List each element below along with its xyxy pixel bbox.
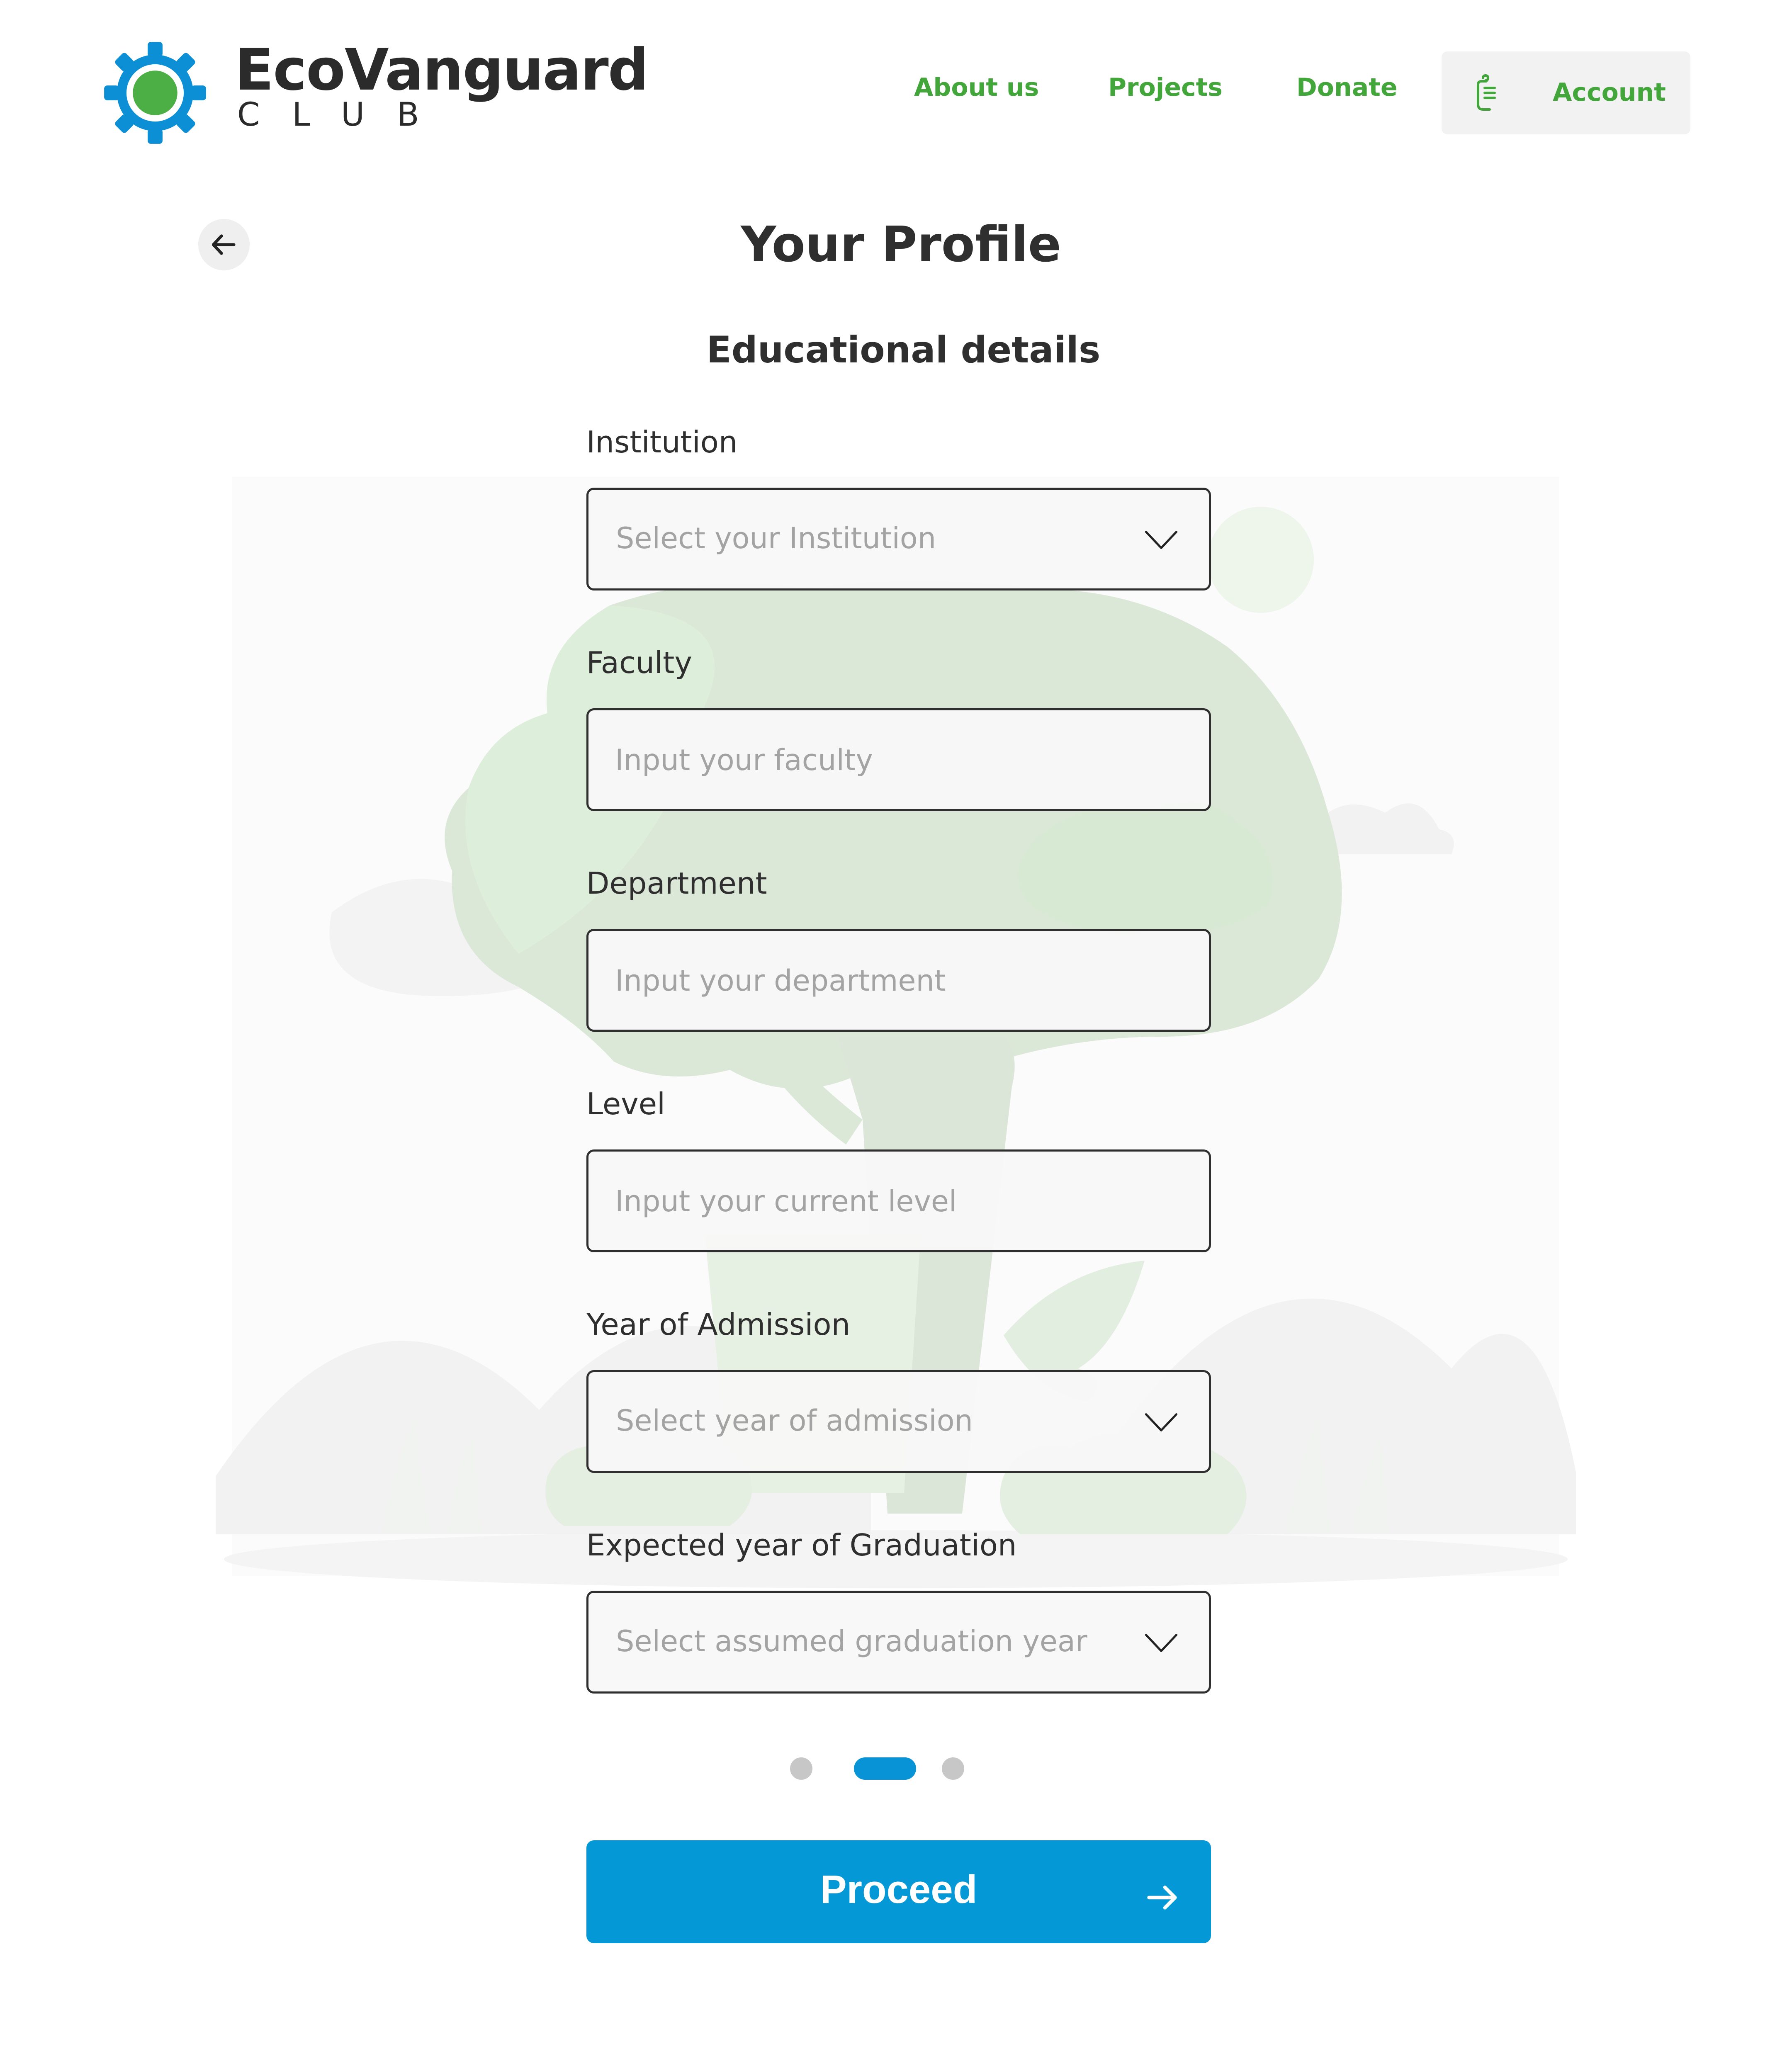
brand-subtitle: CLUB	[237, 96, 452, 134]
level-label: Level	[586, 1086, 666, 1121]
institution-placeholder: Select your Institution	[616, 521, 936, 555]
nav-projects[interactable]: Projects	[1108, 73, 1223, 102]
level-field	[586, 1149, 1211, 1252]
account-button[interactable]: Account	[1442, 51, 1690, 134]
step-dot-1[interactable]	[790, 1757, 812, 1780]
chevron-down-icon	[1145, 531, 1178, 549]
account-label: Account	[1553, 78, 1666, 107]
faculty-label: Faculty	[586, 645, 692, 680]
graduation-year-select[interactable]: Select assumed graduation year	[586, 1591, 1211, 1694]
arrow-right-icon	[1147, 1886, 1177, 1910]
level-input[interactable]	[614, 1152, 1155, 1251]
chevron-down-icon	[1145, 1413, 1178, 1431]
logo-gear-icon	[104, 42, 206, 144]
department-field	[586, 929, 1211, 1032]
department-label: Department	[586, 866, 767, 901]
section-title: Educational details	[706, 328, 1101, 371]
admission-year-placeholder: Select year of admission	[616, 1404, 973, 1438]
nav-about-us[interactable]: About us	[914, 73, 1039, 102]
step-dot-2-active[interactable]	[854, 1757, 916, 1780]
step-dot-3[interactable]	[942, 1757, 964, 1780]
chevron-down-icon	[1145, 1634, 1178, 1652]
page-title: Your Profile	[741, 216, 1061, 273]
admission-year-select[interactable]: Select year of admission	[586, 1370, 1211, 1473]
nav-donate[interactable]: Donate	[1296, 73, 1398, 102]
department-input[interactable]	[614, 931, 1155, 1030]
graduation-year-placeholder: Select assumed graduation year	[616, 1624, 1087, 1658]
institution-label: Institution	[586, 425, 738, 459]
account-icon	[1477, 74, 1496, 111]
faculty-input[interactable]	[614, 710, 1155, 810]
brand-name: EcoVanguard	[235, 36, 649, 103]
proceed-button[interactable]: Proceed	[586, 1840, 1211, 1943]
admission-year-label: Year of Admission	[586, 1307, 851, 1342]
graduation-year-label: Expected year of Graduation	[586, 1528, 1017, 1562]
institution-select[interactable]: Select your Institution	[586, 488, 1211, 590]
proceed-label: Proceed	[820, 1867, 977, 1912]
faculty-field	[586, 708, 1211, 811]
